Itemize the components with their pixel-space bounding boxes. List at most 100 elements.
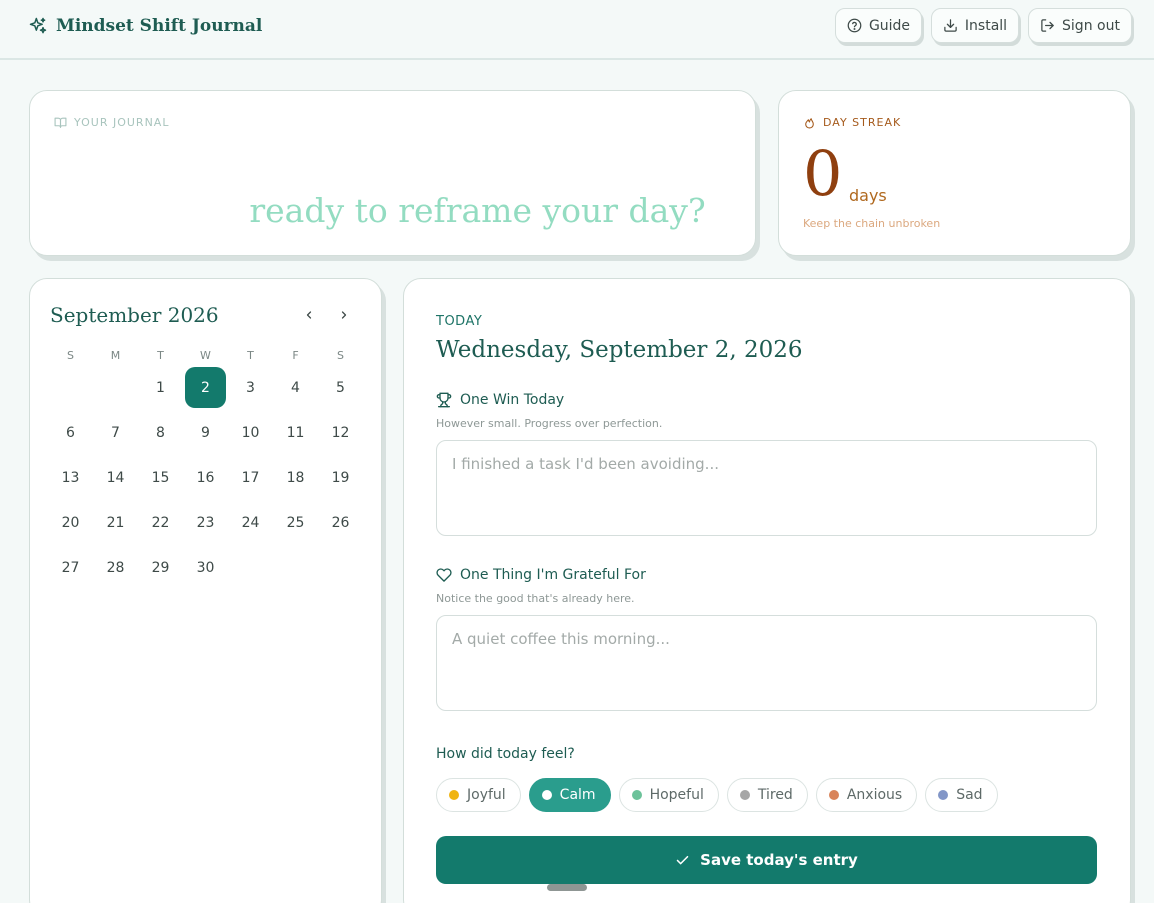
- calendar-day[interactable]: 1: [140, 367, 181, 408]
- calendar-day[interactable]: 6: [50, 412, 91, 453]
- chevron-left-icon: [306, 311, 312, 319]
- app-header: Mindset Shift Journal Guide Install Sign…: [0, 0, 1154, 60]
- mood-label: Anxious: [846, 787, 903, 803]
- help-circle-icon: [847, 18, 862, 33]
- streak-count: 0: [803, 137, 843, 210]
- streak-label: Day Streak: [803, 116, 901, 129]
- mood-dot-icon: [739, 790, 750, 800]
- calendar-day[interactable]: 14: [95, 457, 136, 498]
- scroll-handle[interactable]: [547, 884, 587, 891]
- weekday-header: M: [110, 349, 121, 362]
- calendar-day[interactable]: 5: [320, 367, 361, 408]
- calendar-day[interactable]: 25: [275, 502, 316, 543]
- calendar-day[interactable]: 13: [50, 457, 91, 498]
- calendar-day[interactable]: 8: [140, 412, 181, 453]
- today-card: TODAY Wednesday, September 2, 2026 One W…: [403, 278, 1131, 903]
- calendar-day[interactable]: 27: [50, 547, 91, 588]
- calendar-day[interactable]: 17: [230, 457, 271, 498]
- journal-card: Your Journal ready to reframe your day?: [29, 90, 756, 256]
- calendar-day[interactable]: 20: [50, 502, 91, 543]
- calendar-month-title: September 2026: [50, 303, 219, 327]
- mood-chip-sad[interactable]: Sad: [925, 778, 998, 812]
- grateful-hint: Notice the good that's already here.: [436, 592, 635, 605]
- calendar-day[interactable]: 19: [320, 457, 361, 498]
- calendar-day[interactable]: 11: [275, 412, 316, 453]
- streak-card: Day Streak 0 days Keep the chain unbroke…: [778, 90, 1131, 256]
- heart-icon: [436, 568, 452, 582]
- calendar-grid: S M T W T F S 1 2 3 4 5 6 7 8 9 10 11 12 13 14 15 16 17 18 19 20 21…: [48, 345, 366, 592]
- grateful-label-text: One Thing I'm Grateful For: [460, 567, 646, 583]
- mood-label: Tired: [757, 787, 793, 803]
- grateful-field-label: One Thing I'm Grateful For: [436, 567, 646, 583]
- calendar-card: September 2026 S M T W T F S 1 2 3 4 5 6 7 8 9 10 11 12 13 1…: [29, 278, 382, 903]
- today-label: TODAY: [436, 314, 483, 329]
- guide-button[interactable]: Guide: [835, 8, 922, 43]
- mood-chip-joyful[interactable]: Joyful: [436, 778, 521, 812]
- trophy-icon: [436, 392, 452, 408]
- calendar-day[interactable]: 21: [95, 502, 136, 543]
- sign-out-label: Sign out: [1062, 17, 1120, 34]
- calendar-day[interactable]: 16: [185, 457, 226, 498]
- mood-chip-tired[interactable]: Tired: [726, 778, 808, 812]
- calendar-day[interactable]: 18: [275, 457, 316, 498]
- calendar-day[interactable]: 15: [140, 457, 181, 498]
- mood-dot-icon: [828, 790, 839, 800]
- mood-label: Joyful: [467, 787, 506, 803]
- weekday-header: S: [67, 349, 74, 362]
- mood-dot-icon: [449, 790, 459, 800]
- journal-prompt: ready to reframe your day?: [249, 191, 706, 230]
- calendar-day[interactable]: 7: [95, 412, 136, 453]
- next-month-button[interactable]: [334, 305, 354, 325]
- mood-chip-calm[interactable]: Calm: [528, 778, 611, 812]
- streak-subtitle: Keep the chain unbroken: [803, 217, 941, 230]
- calendar-day[interactable]: 10: [230, 412, 271, 453]
- mood-question: How did today feel?: [436, 746, 575, 762]
- mood-chip-anxious[interactable]: Anxious: [815, 778, 918, 812]
- sparkles-icon: [29, 17, 47, 34]
- brand: Mindset Shift Journal: [28, 13, 262, 39]
- save-entry-button[interactable]: Save today's entry: [436, 836, 1097, 884]
- book-open-icon: [54, 117, 67, 128]
- calendar-day[interactable]: 28: [95, 547, 136, 588]
- download-icon: [944, 19, 957, 32]
- calendar-day[interactable]: 26: [320, 502, 361, 543]
- check-icon: [676, 855, 689, 864]
- mood-chips: Joyful Calm Hopeful Tired Anxious Sad: [436, 778, 998, 812]
- weekday-header: S: [337, 349, 344, 362]
- weekday-header: W: [200, 349, 211, 362]
- chevron-right-icon: [341, 311, 347, 319]
- calendar-day[interactable]: 29: [140, 547, 181, 588]
- mood-label: Calm: [559, 787, 596, 803]
- win-hint: However small. Progress over perfection.: [436, 417, 663, 430]
- prev-month-button[interactable]: [299, 305, 319, 325]
- log-out-icon: [1041, 19, 1054, 32]
- install-button[interactable]: Install: [931, 8, 1019, 43]
- today-date: Wednesday, September 2, 2026: [436, 337, 803, 363]
- weekday-header: T: [247, 349, 254, 362]
- win-label-text: One Win Today: [460, 392, 565, 408]
- win-textarea[interactable]: [436, 440, 1097, 536]
- calendar-day[interactable]: 30: [185, 547, 226, 588]
- calendar-day[interactable]: 22: [140, 502, 181, 543]
- streak-label-text: Day Streak: [823, 116, 902, 129]
- weekday-header: F: [292, 349, 299, 362]
- journal-label-text: Your Journal: [74, 116, 170, 129]
- calendar-day[interactable]: 9: [185, 412, 226, 453]
- sign-out-button[interactable]: Sign out: [1028, 8, 1132, 43]
- save-entry-label: Save today's entry: [700, 851, 858, 869]
- calendar-day[interactable]: 12: [320, 412, 361, 453]
- mood-label: Sad: [956, 787, 983, 803]
- mood-label: Hopeful: [649, 787, 704, 803]
- mood-dot-icon: [631, 790, 642, 800]
- mood-chip-hopeful[interactable]: Hopeful: [618, 778, 719, 812]
- grateful-textarea[interactable]: [436, 615, 1097, 711]
- calendar-day-selected[interactable]: 2: [185, 367, 226, 408]
- mood-dot-icon: [541, 790, 552, 800]
- calendar-day[interactable]: 24: [230, 502, 271, 543]
- calendar-day[interactable]: 4: [275, 367, 316, 408]
- win-field-label: One Win Today: [436, 392, 564, 408]
- flame-icon: [805, 118, 814, 129]
- guide-label: Guide: [868, 17, 911, 34]
- calendar-day[interactable]: 23: [185, 502, 226, 543]
- calendar-day[interactable]: 3: [230, 367, 271, 408]
